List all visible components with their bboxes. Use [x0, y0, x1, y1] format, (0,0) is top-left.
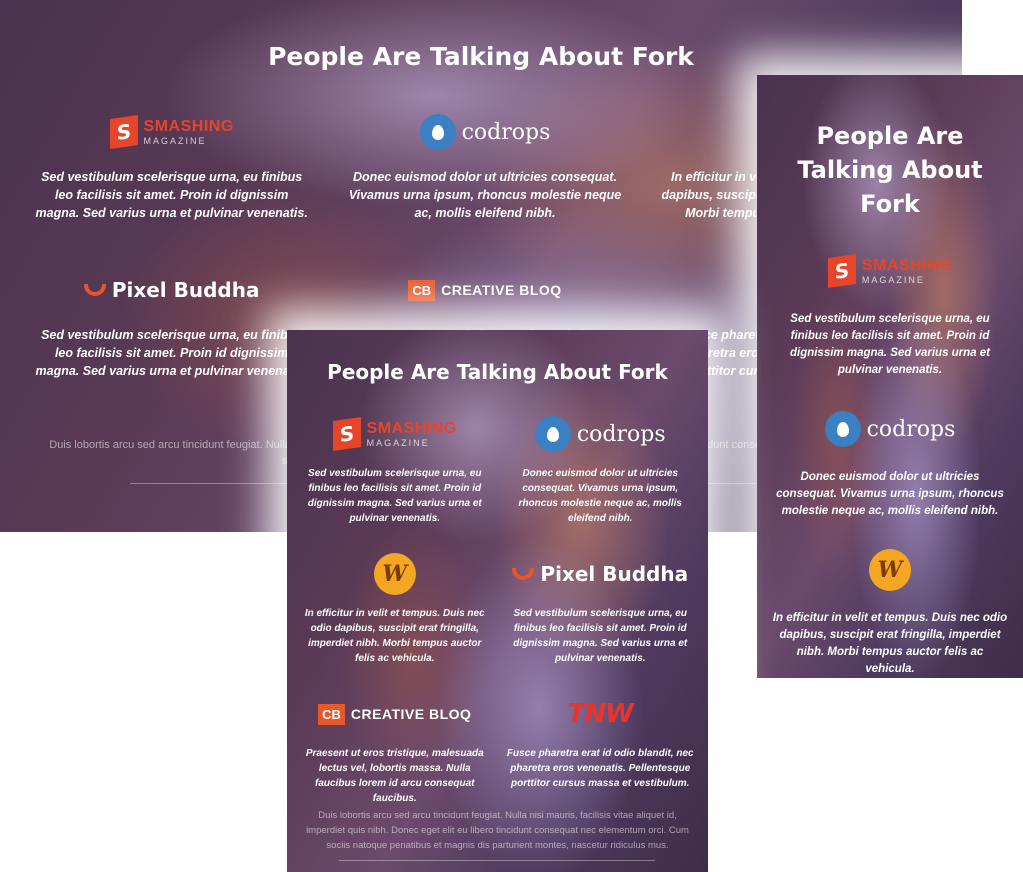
smile-icon — [83, 284, 106, 296]
testimonial-codrops: codrops Donec euismod dolor ut ultricies… — [771, 405, 1009, 520]
creativebloq-logo: CB CREATIVE BLOQ — [299, 692, 491, 736]
smashing-icon: S — [827, 254, 856, 288]
creativebloq-logo-text: CREATIVE BLOQ — [441, 282, 562, 298]
smashing-logo-text: SMASHING — [366, 419, 457, 437]
codrops-drop-icon — [419, 114, 456, 150]
testimonial-tnw: TNW Fusce pharetra erat id odio blandit,… — [505, 692, 697, 820]
testimonial-quote: Sed vestibulum scelerisque urna, eu fini… — [307, 468, 482, 524]
phone-preview: People Are Talking About Fork S SMASHING… — [757, 75, 1023, 678]
smashing-logo: S SMASHING MAGAZINE — [299, 412, 491, 456]
smashing-logo-subtext: MAGAZINE — [861, 274, 925, 285]
creativebloq-logo-text: CREATIVE BLOQ — [350, 706, 472, 722]
testimonial-smashing: S SMASHING MAGAZINE Sed vestibulum sceler… — [30, 108, 313, 250]
w-logo: W — [771, 546, 1009, 594]
codrops-logo: codrops — [343, 108, 626, 156]
testimonial-quote: Sed vestibulum scelerisque urna, eu fini… — [513, 608, 688, 664]
testimonial-w: W In efficitur in velit et tempus. Duis … — [299, 552, 491, 680]
w-icon: W — [869, 549, 911, 591]
tnw-logo: TNW — [505, 692, 697, 736]
testimonial-quote: Donec euismod dolor ut ultricies consequ… — [348, 170, 622, 220]
tnw-logo-text: TNW — [567, 699, 634, 729]
codrops-drop-icon — [534, 416, 571, 452]
testimonial-quote: In efficitur in velit et tempus. Duis ne… — [772, 612, 1008, 675]
testimonial-codrops: codrops Donec euismod dolor ut ultricies… — [343, 108, 626, 250]
smile-icon — [512, 568, 535, 580]
testimonial-pixelbuddha: Pixel Buddha Sed vestibulum scelerisque … — [30, 266, 313, 408]
testimonial-quote: Donec euismod dolor ut ultricies consequ… — [518, 468, 682, 524]
codrops-logo: codrops — [771, 405, 1009, 453]
section-heading: People Are Talking About Fork — [327, 360, 668, 384]
section-heading: People Are Talking About Fork — [268, 42, 694, 71]
testimonial-list: S SMASHING MAGAZINE Sed vestibulum sceler… — [771, 247, 1009, 678]
smashing-logo: S SMASHING MAGAZINE — [771, 247, 1009, 295]
w-logo: W — [299, 552, 491, 596]
codrops-logo-text: codrops — [461, 119, 551, 145]
testimonial-pixelbuddha: Pixel Buddha Sed vestibulum scelerisque … — [505, 552, 697, 680]
creativebloq-icon: CB — [318, 703, 345, 725]
footnote-text: Duis lobortis arcu sed arcu tincidunt fe… — [306, 810, 689, 851]
smashing-icon: S — [109, 115, 138, 149]
creativebloq-logo: CB CREATIVE BLOQ — [343, 266, 626, 314]
testimonial-quote: In efficitur in velit et tempus. Duis ne… — [304, 608, 485, 664]
testimonial-quote: Sed vestibulum scelerisque urna, eu fini… — [35, 170, 308, 220]
divider — [339, 860, 655, 861]
testimonial-creativebloq: CB CREATIVE BLOQ Praesent ut eros tristi… — [299, 692, 491, 820]
codrops-logo: codrops — [505, 412, 697, 456]
testimonial-grid: S SMASHING MAGAZINE Sed vestibulum sceler… — [299, 412, 696, 820]
smashing-logo-text: SMASHING — [861, 256, 953, 274]
smashing-logo-text: SMASHING — [143, 117, 234, 135]
codrops-drop-icon — [824, 411, 861, 447]
testimonial-quote: Sed vestibulum scelerisque urna, eu fini… — [789, 313, 991, 376]
smashing-logo: S SMASHING MAGAZINE — [30, 108, 313, 156]
smashing-logo-subtext: MAGAZINE — [143, 135, 207, 146]
codrops-logo-text: codrops — [866, 416, 956, 442]
tablet-preview: People Are Talking About Fork S SMASHING… — [287, 330, 708, 872]
testimonial-quote: Sed vestibulum scelerisque urna, eu fini… — [35, 328, 308, 378]
w-icon: W — [373, 553, 416, 595]
pixelbuddha-logo: Pixel Buddha — [30, 266, 313, 314]
section-heading: People Are Talking About Fork — [797, 122, 983, 218]
testimonial-quote: Praesent ut eros tristique, malesuada le… — [305, 748, 484, 804]
pixelbuddha-logo-text: Pixel Buddha — [111, 278, 260, 302]
testimonial-smashing: S SMASHING MAGAZINE Sed vestibulum sceler… — [299, 412, 491, 540]
smashing-logo-subtext: MAGAZINE — [366, 437, 430, 448]
testimonial-w: W In efficitur in velit et tempus. Duis … — [771, 546, 1009, 678]
testimonial-quote: Donec euismod dolor ut ultricies consequ… — [776, 471, 1004, 517]
pixelbuddha-logo-text: Pixel Buddha — [540, 562, 689, 586]
testimonial-quote: Fusce pharetra erat id odio blandit, nec… — [506, 748, 694, 789]
testimonial-smashing: S SMASHING MAGAZINE Sed vestibulum sceler… — [771, 247, 1009, 379]
testimonial-codrops: codrops Donec euismod dolor ut ultricies… — [505, 412, 697, 540]
codrops-logo-text: codrops — [576, 421, 666, 447]
creativebloq-icon: CB — [408, 279, 436, 301]
pixelbuddha-logo: Pixel Buddha — [505, 552, 697, 596]
smashing-icon: S — [332, 417, 361, 451]
